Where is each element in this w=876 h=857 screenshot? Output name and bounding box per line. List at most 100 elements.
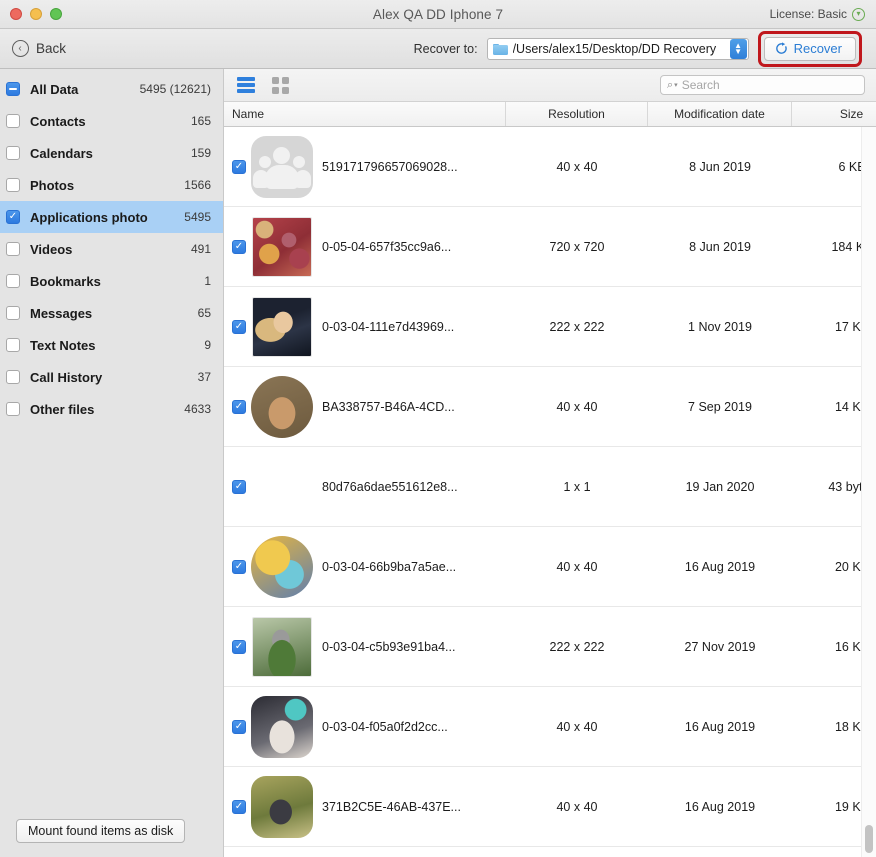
file-thumbnail: [252, 616, 312, 677]
table-row[interactable]: ✓ 0-03-04-66b9ba7a5ae... 40 x 40 16 Aug 201…: [224, 527, 876, 607]
category-checkbox[interactable]: ✓: [6, 306, 20, 320]
cell-name: ✓ BA338757-B46A-4CD...: [224, 375, 506, 438]
category-checkbox[interactable]: ✓: [6, 370, 20, 384]
table-row[interactable]: ✓ 0-03-04-f05a0f2d2cc... 40 x 40 16 Aug 201…: [224, 687, 876, 767]
recover-destination-select[interactable]: /Users/alex15/Desktop/DD Recovery ▲ ▼: [486, 37, 749, 60]
table-row[interactable]: ✓ 80d76a6dae551612e8... 1 x 1 19 Jan 2020 43…: [224, 447, 876, 527]
search-input[interactable]: [681, 78, 858, 92]
sidebar-item-label: Contacts: [30, 113, 86, 129]
file-name: 371B2C5E-46AB-437E...: [322, 799, 461, 814]
category-checkbox[interactable]: ✓: [6, 146, 20, 160]
table-row[interactable]: ✓ 0-03-04-c5b93e91ba4... 222 x 222 27 Nov 2…: [224, 607, 876, 687]
sidebar-item-all-data[interactable]: ✓ All Data 5495 (12621): [0, 73, 223, 105]
sidebar-item-calendars[interactable]: ✓ Calendars 159: [0, 137, 223, 169]
sidebar-item-photos[interactable]: ✓ Photos 1566: [0, 169, 223, 201]
table-row[interactable]: ✓ 519171796657069028... 40 x 40 8 Jun 2019 6…: [224, 127, 876, 207]
table-row[interactable]: ✓ 0-03-04-111e7d43969... 222 x 222 1 Nov 20…: [224, 287, 876, 367]
file-browser-pane: ⌕▾ Name Resolution Modification date Siz…: [224, 69, 876, 857]
file-name: 519171796657069028...: [322, 159, 458, 174]
grid-view-icon[interactable]: [269, 75, 291, 95]
category-checkbox[interactable]: ✓: [6, 402, 20, 416]
column-header-name[interactable]: Name: [224, 102, 506, 126]
category-checkbox[interactable]: ✓: [6, 114, 20, 128]
sidebar-item-other-files[interactable]: ✓ Other files 4633: [0, 393, 223, 425]
sidebar-item-count: 159: [190, 146, 211, 160]
cell-resolution: 720 x 720: [549, 239, 605, 254]
column-header-size[interactable]: Size: [792, 102, 876, 126]
table-row[interactable]: ✓ 371B2C5E-46AB-437E... 40 x 40 16 Aug 2019…: [224, 767, 876, 847]
recover-button[interactable]: Recover: [763, 36, 856, 61]
table-row[interactable]: ✓ 0-05-04-657f35cc9a6... 720 x 720 8 Jun 20…: [224, 207, 876, 287]
view-mode-toggle-group: [235, 75, 291, 95]
sidebar-item-label: Other files: [30, 401, 95, 417]
cell-resolution: 40 x 40: [556, 719, 598, 734]
search-field[interactable]: ⌕ ▾: [660, 75, 865, 95]
row-checkbox[interactable]: ✓: [232, 239, 246, 254]
sidebar-item-videos[interactable]: ✓ Videos 491: [0, 233, 223, 265]
table-row[interactable]: ✓ BA338757-B46A-4CD... 40 x 40 7 Sep 2019 14…: [224, 367, 876, 447]
vertical-scrollbar[interactable]: [861, 127, 876, 857]
cell-name: ✓ 371B2C5E-46AB-437E...: [224, 775, 506, 838]
row-checkbox[interactable]: ✓: [232, 799, 246, 814]
cell-resolution: 40 x 40: [556, 559, 598, 574]
minimize-button[interactable]: [30, 8, 42, 20]
license-label: License: Basic: [769, 7, 847, 21]
license-status[interactable]: License: Basic ▾: [770, 7, 876, 21]
sidebar-item-text-notes[interactable]: ✓ Text Notes 9: [0, 329, 223, 361]
chevron-left-circle-icon: ‹: [12, 40, 29, 57]
sidebar-item-contacts[interactable]: ✓ Contacts 165: [0, 105, 223, 137]
sidebar-item-messages[interactable]: ✓ Messages 65: [0, 297, 223, 329]
cell-name: ✓ 0-03-04-c5b93e91ba4...: [224, 616, 506, 677]
sidebar-item-count: 5495: [184, 210, 211, 224]
file-thumbnail: [251, 775, 313, 838]
cell-modification-date: 16 Aug 2019: [684, 559, 756, 574]
row-checkbox[interactable]: ✓: [232, 159, 246, 174]
row-checkbox[interactable]: ✓: [232, 559, 246, 574]
cell-resolution: 40 x 40: [556, 399, 598, 414]
zoom-button[interactable]: [50, 8, 62, 20]
cell-name: ✓ 0-03-04-66b9ba7a5ae...: [224, 535, 506, 598]
row-checkbox[interactable]: ✓: [232, 319, 246, 334]
cell-modification-date: 16 Aug 2019: [684, 719, 756, 734]
file-thumbnail-slot: [246, 616, 318, 677]
category-checkbox[interactable]: ✓: [6, 274, 20, 288]
row-checkbox[interactable]: ✓: [232, 639, 246, 654]
mount-found-items-button[interactable]: Mount found items as disk: [16, 819, 186, 843]
category-checkbox[interactable]: ✓: [6, 242, 20, 256]
column-header-modification-date[interactable]: Modification date: [648, 102, 792, 126]
sidebar-item-label: Bookmarks: [30, 273, 101, 289]
file-thumbnail-slot: [246, 375, 318, 438]
row-checkbox[interactable]: ✓: [232, 719, 246, 734]
sidebar-item-call-history[interactable]: ✓ Call History 37: [0, 361, 223, 393]
table-row[interactable]: ✓: [224, 847, 876, 857]
sidebar-item-applications-photo[interactable]: ✓ Applications photo 5495: [0, 201, 223, 233]
cell-name: ✓ 519171796657069028...: [224, 135, 506, 198]
file-thumbnail: [251, 375, 313, 438]
row-checkbox[interactable]: ✓: [232, 399, 246, 414]
chevron-updown-icon[interactable]: ▲ ▼: [729, 38, 747, 59]
sidebar-item-label: Text Notes: [30, 337, 96, 353]
column-header-resolution[interactable]: Resolution: [506, 102, 648, 126]
view-options-bar: ⌕ ▾: [224, 69, 876, 102]
back-button[interactable]: ‹ Back: [0, 40, 66, 57]
application-window: Alex QA DD Iphone 7 License: Basic ▾ ‹ B…: [0, 0, 876, 857]
cell-name: ✓ 80d76a6dae551612e8...: [224, 479, 506, 494]
close-button[interactable]: [10, 8, 22, 20]
main-toolbar: ‹ Back Recover to: /Users/alex15/Desktop…: [0, 29, 876, 69]
category-checkbox[interactable]: ✓: [6, 210, 20, 224]
file-thumbnail-slot: [246, 135, 318, 198]
row-checkbox[interactable]: ✓: [232, 479, 246, 494]
category-checkbox[interactable]: ✓: [6, 82, 20, 96]
category-checkbox[interactable]: ✓: [6, 338, 20, 352]
sidebar-item-bookmarks[interactable]: ✓ Bookmarks 1: [0, 265, 223, 297]
folder-icon: [492, 43, 508, 55]
recover-button-label: Recover: [793, 41, 842, 56]
category-checkbox[interactable]: ✓: [6, 178, 20, 192]
file-list[interactable]: ✓ 519171796657069028... 40 x 40 8 Jun 2019 6…: [224, 127, 876, 857]
magnifier-icon[interactable]: ⌕ ▾: [667, 79, 678, 91]
list-view-icon[interactable]: [235, 75, 257, 95]
scrollbar-thumb[interactable]: [865, 825, 873, 853]
cell-modification-date: 8 Jun 2019: [689, 159, 751, 174]
chevron-circle-down-icon[interactable]: ▾: [852, 7, 865, 21]
file-thumbnail-slot: [246, 695, 318, 758]
